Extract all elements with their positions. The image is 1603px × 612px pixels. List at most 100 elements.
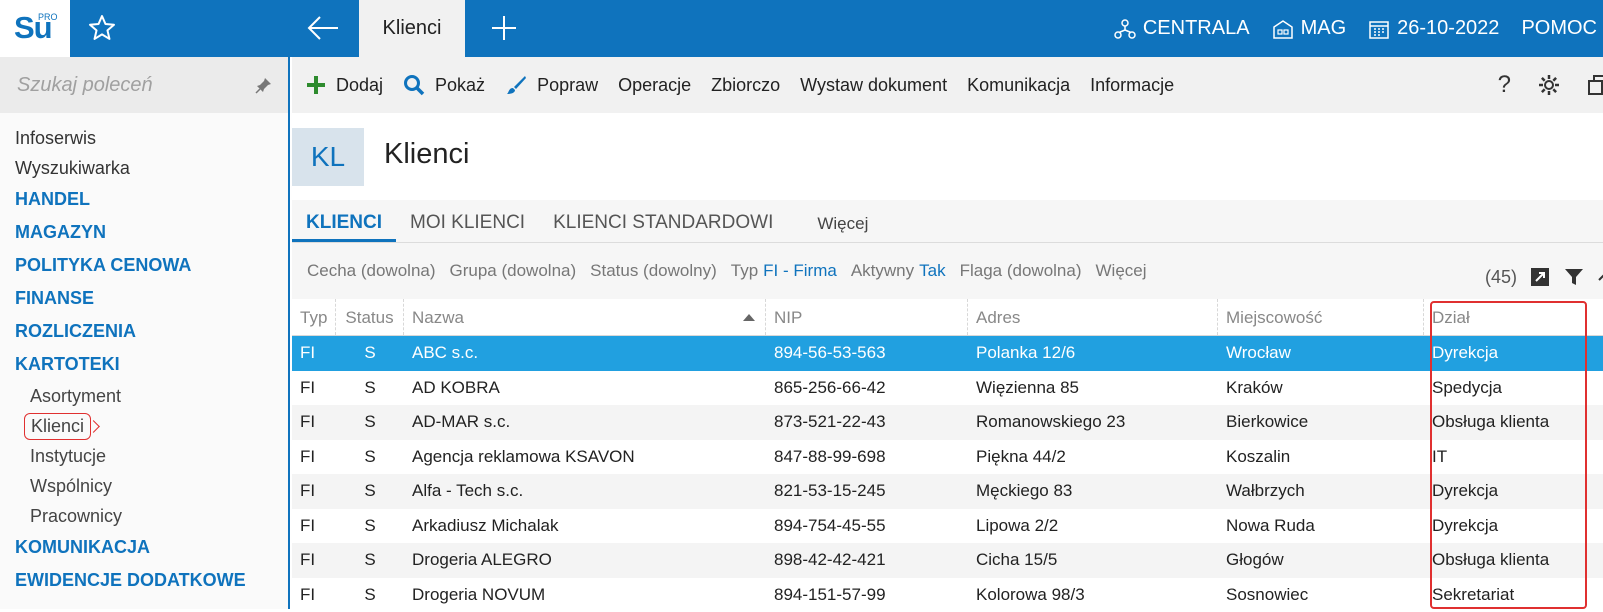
gear-icon[interactable] (1537, 73, 1561, 97)
filter-grupa[interactable]: Grupa (dowolna) (450, 261, 577, 281)
filter-typ[interactable]: TypFI - Firma (731, 261, 837, 281)
cell-nip: 821-53-15-245 (766, 474, 968, 509)
tab-klienci[interactable]: Klienci (359, 0, 465, 57)
operations-menu[interactable]: Operacje (618, 75, 691, 96)
edit-button[interactable]: Popraw (505, 74, 598, 96)
table-row[interactable]: FISDrogeria NOVUM894-151-57-99Kolorowa 9… (292, 578, 1603, 612)
cell-adres: Cicha 15/5 (968, 543, 1218, 578)
sidebar-section-ewidencje-dodatkowe[interactable]: EWIDENCJE DODATKOWE (15, 564, 246, 597)
column-header-nazwa[interactable]: Nazwa (404, 299, 766, 335)
help-menu[interactable]: POMOC (1521, 17, 1597, 40)
cell-adres: Lipowa 2/2 (968, 509, 1218, 544)
column-header-status[interactable]: Status (336, 299, 404, 335)
highlight-dzial-column (1430, 301, 1587, 609)
favorites-star-icon[interactable] (86, 12, 118, 44)
filter-typ-label: Typ (731, 261, 758, 280)
company-selector[interactable]: CENTRALA (1114, 17, 1250, 40)
tab-moi-klienci[interactable]: MOI KLIENCI (396, 212, 539, 242)
sidebar-section-komunikacja[interactable]: KOMUNIKACJA (15, 531, 246, 564)
table-row[interactable]: FISAD KOBRA865-256-66-42Więzienna 85Krak… (292, 371, 1603, 406)
filter-status[interactable]: Status (dowolny) (590, 261, 717, 281)
column-header-adres[interactable]: Adres (968, 299, 1218, 335)
sidebar-item-pracownicy[interactable]: Pracownicy (15, 501, 246, 531)
tabs-more[interactable]: Więcej (787, 214, 882, 242)
information-menu[interactable]: Informacje (1090, 75, 1174, 96)
filter-cecha[interactable]: Cecha (dowolna) (307, 261, 436, 281)
tab-klienci-list[interactable]: KLIENCI (292, 212, 396, 242)
communication-menu[interactable]: Komunikacja (967, 75, 1070, 96)
table-body: FISABC s.c.894-56-53-563Polanka 12/6Wroc… (292, 336, 1603, 612)
cell-nazwa: Alfa - Tech s.c. (404, 474, 766, 509)
warehouse-selector[interactable]: MAG (1272, 17, 1347, 40)
table-row[interactable]: FISAD-MAR s.c.873-521-22-43Romanowskiego… (292, 405, 1603, 440)
record-count: (45) (1485, 267, 1517, 288)
date-selector[interactable]: 26-10-2022 (1368, 17, 1499, 40)
filter-more[interactable]: Więcej (1096, 261, 1147, 281)
sidebar-item-instytucje[interactable]: Instytucje (15, 441, 246, 471)
cell-status: S (336, 543, 404, 578)
module-badge: KL (292, 128, 364, 186)
table-row[interactable]: FISABC s.c.894-56-53-563Polanka 12/6Wroc… (292, 336, 1603, 371)
table-row[interactable]: FISAgencja reklamowa KSAVON847-88-99-698… (292, 440, 1603, 475)
sidebar-section-handel[interactable]: HANDEL (15, 183, 246, 216)
cell-status: S (336, 371, 404, 406)
app-logo[interactable]: Su PRO (0, 0, 70, 57)
filter-aktywny[interactable]: AktywnyTak (851, 261, 946, 281)
export-icon[interactable] (1529, 266, 1551, 288)
cell-status: S (336, 440, 404, 475)
command-search[interactable]: Szukaj poleceń (0, 57, 288, 113)
cell-status: S (336, 405, 404, 440)
issue-document-menu[interactable]: Wystaw dokument (800, 75, 947, 96)
cell-miejscowosc: Sosnowiec (1218, 578, 1424, 612)
show-button[interactable]: Pokaż (403, 74, 485, 96)
sidebar-section-rozliczenia[interactable]: ROZLICZENIA (15, 315, 246, 348)
cell-miejscowosc: Kraków (1218, 371, 1424, 406)
cell-status: S (336, 474, 404, 509)
sidebar-section-magazyn[interactable]: MAGAZYN (15, 216, 246, 249)
table-row[interactable]: FISArkadiusz Michalak894-754-45-55Lipowa… (292, 509, 1603, 544)
sidebar-item-wspolnicy[interactable]: Wspólnicy (15, 471, 246, 501)
sidebar-section-kartoteki[interactable]: KARTOTEKI (15, 348, 246, 381)
sidebar-item-asortyment[interactable]: Asortyment (15, 381, 246, 411)
back-arrow-icon[interactable] (306, 13, 340, 43)
cell-nazwa: Drogeria ALEGRO (404, 543, 766, 578)
table-row[interactable]: FISDrogeria ALEGRO898-42-42-421Cicha 15/… (292, 543, 1603, 578)
bulk-menu[interactable]: Zbiorczo (711, 75, 780, 96)
sidebar-item-infoserwis[interactable]: Infoserwis (15, 123, 246, 153)
cell-status: S (336, 578, 404, 612)
cell-miejscowosc: Bierkowice (1218, 405, 1424, 440)
table-row[interactable]: FISAlfa - Tech s.c.821-53-15-245Męckiego… (292, 474, 1603, 509)
filter-flaga[interactable]: Flaga (dowolna) (960, 261, 1082, 281)
filter-aktywny-value: Tak (919, 261, 945, 280)
collapse-icon[interactable] (1597, 266, 1603, 288)
cell-adres: Piękna 44/2 (968, 440, 1218, 475)
column-header-typ[interactable]: Typ (292, 299, 336, 335)
tab-klienci-standardowi[interactable]: KLIENCI STANDARDOWI (539, 212, 787, 242)
cell-typ: FI (292, 371, 336, 406)
cell-nazwa: AD KOBRA (404, 371, 766, 406)
column-header-miejscowosc[interactable]: Miejscowość (1218, 299, 1424, 335)
cell-adres: Kolorowa 98/3 (968, 578, 1218, 612)
table-header: Typ Status Nazwa NIP Adres Miejscowość D… (292, 299, 1603, 336)
column-header-nip[interactable]: NIP (766, 299, 968, 335)
warehouse-icon (1272, 18, 1294, 40)
sidebar-section-polityka-cenowa[interactable]: POLITYKA CENOWA (15, 249, 246, 282)
cell-adres: Polanka 12/6 (968, 336, 1218, 371)
search-input[interactable]: Szukaj poleceń (17, 74, 153, 97)
search-icon (403, 74, 425, 96)
sidebar-section-finanse[interactable]: FINANSE (15, 282, 246, 315)
pin-icon[interactable] (255, 76, 273, 94)
cell-nip: 894-754-45-55 (766, 509, 968, 544)
window-restore-icon[interactable] (1587, 74, 1603, 96)
cell-typ: FI (292, 405, 336, 440)
help-icon[interactable]: ? (1498, 71, 1511, 99)
edit-label: Popraw (537, 75, 598, 96)
filter-funnel-icon[interactable] (1563, 266, 1585, 288)
cell-typ: FI (292, 440, 336, 475)
new-tab-plus-icon[interactable] (488, 12, 520, 44)
add-button[interactable]: Dodaj (306, 75, 383, 96)
sidebar-item-klienci[interactable]: Klienci (24, 413, 91, 440)
sidebar-item-wyszukiwarka[interactable]: Wyszukiwarka (15, 153, 246, 183)
cell-typ: FI (292, 578, 336, 612)
cell-nip: 894-56-53-563 (766, 336, 968, 371)
